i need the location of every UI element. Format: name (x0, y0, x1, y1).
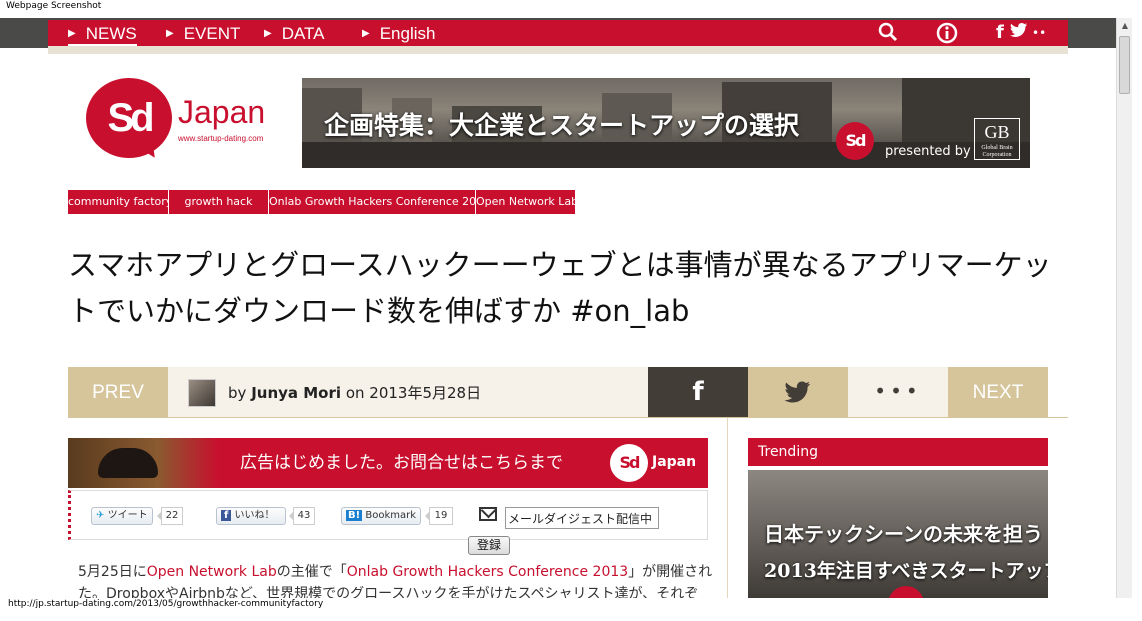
sponsor-name: Global Brain Corporation (981, 145, 1013, 158)
share-more-button[interactable]: ••• (848, 367, 948, 417)
nav-arrow-icon: ▶ (362, 28, 370, 39)
bookmark-count: 19 (425, 507, 453, 525)
nav-arrow-icon: ▶ (166, 28, 174, 39)
search-icon[interactable] (878, 22, 898, 48)
body-link-open-network-lab[interactable]: Open Network Lab (147, 564, 277, 580)
capture-label: Webpage Screenshot (6, 1, 102, 11)
trending-title-line: 2013年注目すべきスタートアップ (764, 560, 1048, 582)
social-share-row: ✈ ツイート 22 f いいね！ 43 B! Bookmark 19 (68, 490, 708, 540)
hatena-bookmark-icon: B! (346, 510, 363, 521)
nav-event-label: EVENT (183, 24, 241, 43)
tweet-button[interactable]: ✈ ツイート (91, 507, 153, 525)
like-button[interactable]: f いいね！ (216, 507, 286, 525)
nav-news-label: NEWS (85, 24, 137, 43)
banner-presented-by: presented by (885, 144, 971, 159)
ad-name: Japan (652, 454, 697, 470)
tweet-count: 22 (157, 507, 183, 525)
vertical-scrollbar[interactable]: ▲ (1116, 18, 1132, 598)
byline-on: on (345, 384, 365, 402)
telephone-image (68, 438, 218, 488)
status-bar: http://jp.startup-dating.com/2013/05/gro… (0, 598, 1132, 614)
tag-growth-hack[interactable]: growth hack (169, 190, 269, 214)
tweet-label: ツイート (107, 510, 148, 521)
ad-banner[interactable]: 広告はじめました。お問合せはこちらまで Sd Japan (68, 438, 708, 488)
trending-title-line: 日本テックシーンの未来を担う (764, 522, 1043, 546)
author-name[interactable]: Junya Mori (251, 384, 341, 402)
site-logo[interactable]: Sd Japan www.startup-dating.com (86, 78, 286, 163)
nav-english-label: English (379, 24, 436, 43)
like-label: いいね！ (234, 510, 275, 521)
browser-viewport: ▶ NEWS ▶ EVENT ▶ DATA ▶ English f •• Sd Japa… (0, 18, 1132, 598)
facebook-icon[interactable]: f (996, 22, 1004, 44)
top-nav-bar: ▶ NEWS ▶ EVENT ▶ DATA ▶ English f •• (48, 20, 1068, 46)
sponsor-mark: GB (984, 122, 1010, 142)
nav-english[interactable]: ▶ English (362, 20, 435, 46)
trending-heading: Trending (748, 438, 1048, 466)
banner-title: 企画特集：大企業とスタートアップの選択 (324, 111, 800, 140)
twitter-icon (784, 381, 810, 403)
scroll-up-arrow-icon[interactable]: ▲ (1117, 18, 1133, 34)
mail-digest-input[interactable] (505, 507, 659, 529)
share-twitter-button[interactable] (748, 367, 848, 417)
nav-event[interactable]: ▶ EVENT (166, 20, 240, 46)
meta-divider (68, 417, 1068, 418)
author-avatar[interactable] (188, 379, 216, 407)
nav-arrow-icon: ▶ (264, 28, 272, 39)
article-meta-bar: PREV by Junya Mori on 2013年5月28日 f ••• N… (68, 367, 1048, 417)
article-date: 2013年5月28日 (369, 384, 482, 402)
feature-banner[interactable]: 企画特集：大企業とスタートアップの選択 Sd presented by GB Gl… (302, 78, 1030, 168)
facebook-icon: f (692, 377, 704, 407)
share-facebook-button[interactable]: f (648, 367, 748, 417)
byline: by Junya Mori on 2013年5月28日 (228, 367, 481, 417)
nav-data-label: DATA (281, 24, 325, 43)
nav-arrow-icon: ▶ (68, 28, 76, 39)
next-button[interactable]: NEXT (948, 367, 1048, 417)
bookmark-button[interactable]: B! Bookmark (341, 507, 421, 525)
trending-item[interactable]: 日本テックシーンの未来を担う 2013年注目すべきスタートアップ (748, 470, 1048, 598)
sponsor-logo: GB Global Brain Corporation (974, 118, 1020, 160)
prev-button[interactable]: PREV (68, 367, 168, 417)
tag-onlab-conference[interactable]: Onlab Growth Hackers Conference 2013 (269, 190, 476, 214)
mail-icon (479, 507, 497, 521)
article-body: 5月25日にOpen Network Labの主催で「Onlab Growth … (78, 561, 718, 598)
ad-badge: Sd (610, 444, 648, 482)
twitter-icon[interactable] (1010, 22, 1028, 44)
body-text: の主催で「 (276, 564, 347, 580)
facebook-icon: f (221, 510, 232, 521)
like-count: 43 (289, 507, 315, 525)
body-link-conference[interactable]: Onlab Growth Hackers Conference 2013 (347, 564, 628, 580)
twitter-icon: ✈ (96, 510, 105, 521)
banner-badge: Sd (836, 122, 874, 160)
tag-open-network-lab[interactable]: Open Network Lab (476, 190, 576, 214)
logo-name: Japan (178, 94, 266, 130)
telephone-dial (98, 448, 158, 478)
article-title: スマホアプリとグロースハックーーウェブとは事情が異なるアプリマーケットでいかにダ… (68, 248, 1052, 328)
nav-data[interactable]: ▶ DATA (264, 20, 325, 46)
tag-community-factory[interactable]: community factory (68, 190, 169, 214)
nav-news[interactable]: ▶ NEWS (68, 20, 137, 46)
column-divider (727, 418, 728, 598)
more-icon[interactable]: •• (1032, 22, 1046, 44)
byline-by: by (228, 384, 247, 402)
bookmark-label: Bookmark (365, 510, 417, 521)
top-bar-underline (48, 46, 1068, 54)
ad-text: 広告はじめました。お問合せはこちらまで (240, 453, 563, 473)
scroll-thumb[interactable] (1119, 36, 1130, 94)
status-url: http://jp.startup-dating.com/2013/05/gro… (8, 599, 324, 609)
trending-badge (888, 586, 924, 598)
logo-mark: Sd (86, 78, 172, 158)
register-button[interactable]: 登録 (468, 536, 510, 555)
logo-url: www.startup-dating.com (178, 134, 264, 143)
body-text: 5月25日に (78, 564, 147, 580)
